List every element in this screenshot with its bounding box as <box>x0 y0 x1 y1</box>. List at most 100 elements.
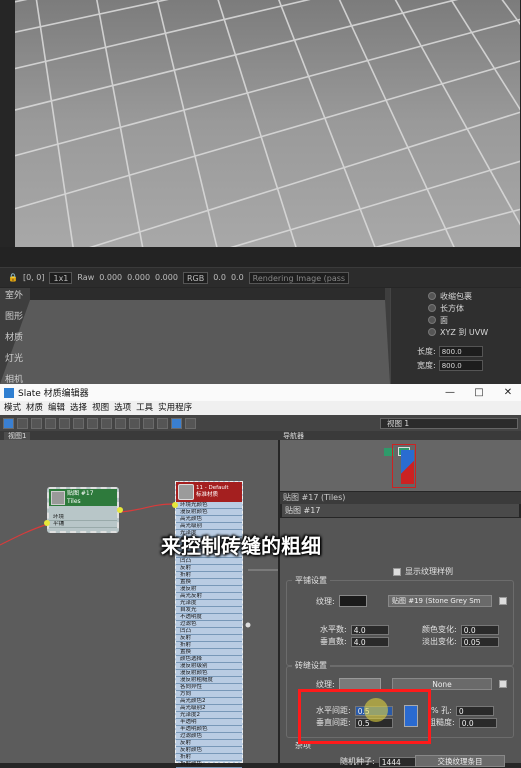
material-slot[interactable]: 过滤颜色 <box>176 733 242 740</box>
tile-color-swatch[interactable] <box>338 595 367 607</box>
menu-material[interactable]: 材质 <box>26 401 43 415</box>
channel-select[interactable]: RGB <box>182 271 209 284</box>
material-slot[interactable]: 置换 <box>176 649 242 656</box>
fade-var-input[interactable]: 0.05 <box>460 636 499 647</box>
material-slot[interactable]: 反射颜色 <box>176 747 242 754</box>
menu-tools[interactable]: 工具 <box>136 401 153 415</box>
material-slot[interactable]: 颜色选择 <box>176 656 242 663</box>
material-slot[interactable]: 高光反射 <box>176 593 242 600</box>
side-label[interactable]: 灯光 <box>5 351 30 364</box>
select-by-material-icon[interactable] <box>185 417 196 429</box>
tile-texture-checkbox[interactable] <box>499 597 507 605</box>
material-slot[interactable]: 高光级别2 <box>176 705 242 712</box>
scale-select[interactable]: 1x1 <box>49 271 73 284</box>
menu-select[interactable]: 选择 <box>70 401 87 415</box>
holes-input[interactable]: 0 <box>455 705 494 716</box>
layout-children-icon[interactable] <box>143 417 154 429</box>
material-map-browser-icon[interactable] <box>157 417 168 429</box>
show-texture-checkbox[interactable] <box>393 567 401 576</box>
mode-label[interactable]: Raw <box>77 273 94 282</box>
material-slot[interactable]: 不透明度 <box>176 614 242 621</box>
material-slot[interactable]: 折射 <box>176 642 242 649</box>
show-texture-row[interactable]: 显示纹理样例 <box>393 566 453 577</box>
show-map-icon[interactable] <box>101 417 112 429</box>
close-button[interactable]: ✕ <box>494 384 521 401</box>
assign-material-icon[interactable] <box>45 417 56 429</box>
material-slot[interactable]: 自发光 <box>176 607 242 614</box>
menu-view[interactable]: 视图 <box>92 401 109 415</box>
fade-var-label: 淡出变化: <box>422 637 457 646</box>
material-slot[interactable]: 漫反射 <box>176 586 242 593</box>
side-label[interactable]: 图形 <box>5 309 30 322</box>
length-input[interactable]: 800.0 <box>438 345 483 357</box>
delete-icon[interactable] <box>59 417 70 429</box>
lock-icon[interactable]: 🔒 <box>8 273 18 282</box>
option-xyz-uvw[interactable]: XYZ 到 UVW <box>395 326 517 338</box>
material-slot[interactable]: 方向 <box>176 691 242 698</box>
tiles-slot[interactable]: 环境 <box>49 514 117 521</box>
hide-unused-icon[interactable] <box>87 417 98 429</box>
material-slot[interactable]: 漫反射颜色 <box>176 670 242 677</box>
v-count-input[interactable]: 4.0 <box>350 636 389 647</box>
parameter-editor-icon[interactable] <box>171 417 182 429</box>
tiles-input-socket[interactable] <box>44 520 50 526</box>
material-slot[interactable]: 凹凸 <box>176 628 242 635</box>
move-children-icon[interactable] <box>73 417 84 429</box>
option-shrink-wrap[interactable]: 收缩包裹 <box>395 290 517 302</box>
material-slot[interactable]: 半透明颜色 <box>176 726 242 733</box>
h-count-input[interactable]: 4.0 <box>350 624 389 635</box>
material-slot[interactable]: 反射 <box>176 740 242 747</box>
material-slot[interactable]: 环境光颜色 <box>176 502 242 509</box>
navigator-panel[interactable] <box>280 440 521 491</box>
standard-material-node[interactable]: 11 - Default 标准材质 环境光颜色 漫反射颜色 高光颜色 高光级别 光泽度自… <box>175 481 243 768</box>
material-slot[interactable]: 凹凸 <box>176 558 242 565</box>
menu-utilities[interactable]: 实用程序 <box>158 401 192 415</box>
tiles-slot[interactable]: 平铺 <box>49 521 117 528</box>
swap-texture-button[interactable]: 交换纹理条目 <box>415 755 505 767</box>
perspective-viewport[interactable] <box>0 288 390 384</box>
material-slot[interactable]: 光泽度2 <box>176 712 242 719</box>
material-slot[interactable]: 半透明 <box>176 719 242 726</box>
color-var-input[interactable]: 0.0 <box>460 624 499 635</box>
select-tool-icon[interactable] <box>3 417 14 429</box>
material-slot[interactable]: 折射颜色 <box>176 761 242 768</box>
side-label[interactable]: 材质 <box>5 330 30 343</box>
material-slot[interactable]: 漫反射级别 <box>176 663 242 670</box>
menu-options[interactable]: 选项 <box>114 401 131 415</box>
show-background-icon[interactable] <box>115 417 126 429</box>
tiles-preview-icon <box>51 490 65 505</box>
put-to-scene-icon[interactable] <box>31 417 42 429</box>
tiles-map-node[interactable]: 贴图 #17 Tiles 环境 平铺 <box>47 487 119 533</box>
material-slot[interactable]: 高光颜色 <box>176 516 242 523</box>
material-slot[interactable]: 折射 <box>176 754 242 761</box>
material-slot[interactable]: 置换 <box>176 579 242 586</box>
layout-all-icon[interactable] <box>129 417 140 429</box>
material-slot[interactable]: 光泽度 <box>176 600 242 607</box>
material-slot[interactable]: 反射 <box>176 565 242 572</box>
material-slot[interactable]: 折射 <box>176 572 242 579</box>
roughness-input[interactable]: 0.0 <box>458 717 497 728</box>
view-select[interactable]: 视图 1 <box>380 418 518 429</box>
width-input[interactable]: 800.0 <box>438 359 483 371</box>
option-face[interactable]: 面 <box>395 314 517 326</box>
material-slot[interactable]: 高光级别 <box>176 523 242 530</box>
tile-texture-map-button[interactable]: 贴图 #19 (Stone Grey Sm <box>388 595 492 607</box>
maximize-button[interactable]: □ <box>465 384 493 401</box>
menu-mode[interactable]: 模式 <box>4 401 21 415</box>
seed-input[interactable]: 1444 <box>378 756 417 767</box>
map-name-field[interactable]: 贴图 #17 <box>282 504 519 517</box>
option-box[interactable]: 长方体 <box>395 302 517 314</box>
tiles-output-socket[interactable] <box>117 507 123 513</box>
grout-map-checkbox[interactable] <box>499 680 507 688</box>
material-diffuse-socket[interactable] <box>172 502 178 508</box>
material-slot[interactable]: 反射 <box>176 635 242 642</box>
eyedropper-icon[interactable] <box>17 417 28 429</box>
material-slot[interactable]: 各向异性 <box>176 684 242 691</box>
material-slot[interactable]: 过滤色 <box>176 621 242 628</box>
menu-edit[interactable]: 编辑 <box>48 401 65 415</box>
minimize-button[interactable]: — <box>436 384 464 401</box>
side-label[interactable]: 室外 <box>5 288 30 301</box>
material-slot[interactable]: 漫反射颜色 <box>176 509 242 516</box>
material-slot[interactable]: 高光颜色2 <box>176 698 242 705</box>
material-slot[interactable]: 漫反射粗糙度 <box>176 677 242 684</box>
